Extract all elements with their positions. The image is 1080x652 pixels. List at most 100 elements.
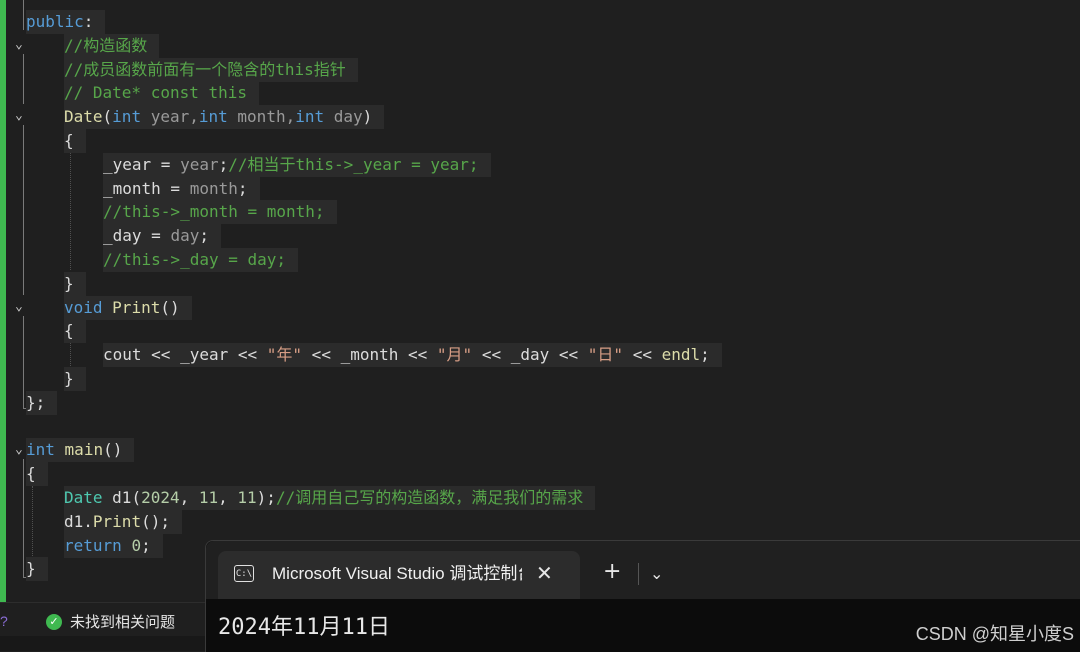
code-line[interactable]: public: xyxy=(26,10,106,34)
code-token: (); xyxy=(141,511,170,531)
code-token: << xyxy=(623,345,662,365)
code-line-content: //this->_day = day; xyxy=(103,248,299,272)
code-line-content: void Print() xyxy=(64,295,192,320)
code-line[interactable]: //构造函数 xyxy=(64,33,160,58)
code-line[interactable]: int main() xyxy=(26,438,135,463)
code-token: //构造函数 xyxy=(64,35,148,55)
code-token: () xyxy=(103,440,123,460)
code-line[interactable]: // Date* const this xyxy=(64,81,260,106)
fold-chevron-icon[interactable]: ⌄ xyxy=(15,300,23,314)
code-token: return xyxy=(64,535,122,555)
code-token: int xyxy=(112,107,142,127)
code-token: << xyxy=(398,345,437,365)
code-line[interactable]: d1.Print(); xyxy=(64,509,182,534)
code-token: month xyxy=(189,178,238,198)
code-line[interactable]: //this->_day = day; xyxy=(103,248,299,272)
code-line-content: { xyxy=(64,319,86,344)
code-token: } xyxy=(64,369,74,388)
terminal-tab-title: Microsoft Visual Studio 调试控制台 xyxy=(272,564,522,583)
code-token: // Date* const this xyxy=(64,83,248,103)
code-token: year xyxy=(180,154,219,174)
watermark: CSDN @知星小度S xyxy=(915,624,1074,644)
code-line[interactable]: //this->_month = month; xyxy=(103,200,337,225)
code-line[interactable]: return 0; xyxy=(64,533,163,558)
code-token: void xyxy=(64,297,103,317)
code-token: //成员函数前面有一个隐含的this指针 xyxy=(64,59,346,79)
fold-guide xyxy=(23,316,24,408)
code-line-content: } xyxy=(64,271,86,296)
fold-gutter: ⌄ ⌄ ⌄ ⌄ xyxy=(6,0,31,602)
code-token: int xyxy=(26,440,55,460)
indent-guide xyxy=(70,152,71,270)
code-token: }; xyxy=(26,392,46,412)
tab-separator xyxy=(638,563,639,585)
code-line[interactable]: { xyxy=(64,129,86,153)
issues-status-label: 未找到相关问题 xyxy=(70,614,176,631)
code-token: month, xyxy=(227,107,296,127)
code-line[interactable]: _year = year;//相当于this->_year = year; xyxy=(103,152,491,177)
question-icon[interactable]: ? xyxy=(0,613,8,629)
code-token: ; xyxy=(237,178,248,198)
code-line[interactable]: cout << _year << "年" << _month << "月" <<… xyxy=(103,343,722,368)
code-token: } xyxy=(26,559,36,579)
code-line[interactable]: Date(int year,int month,int day) xyxy=(64,105,385,130)
terminal-tab[interactable]: C:\ Microsoft Visual Studio 调试控制台 ✕ xyxy=(218,551,580,599)
code-line-content: Date d1(2024, 11, 11);//调用自己写的构造函数，满足我们的… xyxy=(64,486,596,510)
code-line-content: //成员函数前面有一个隐含的this指针 xyxy=(64,57,358,82)
code-line[interactable]: _month = month; xyxy=(103,176,260,201)
code-line[interactable]: _day = day; xyxy=(103,224,221,249)
code-line-content: //this->_month = month; xyxy=(103,200,337,225)
code-token: public xyxy=(26,12,84,31)
code-token: endl xyxy=(661,345,701,365)
code-token: day xyxy=(324,107,363,127)
code-line-content: _day = day; xyxy=(103,224,221,249)
code-line[interactable]: { xyxy=(26,462,48,487)
code-line[interactable]: Date d1(2024, 11, 11);//调用自己写的构造函数，满足我们的… xyxy=(64,486,596,510)
close-tab-button[interactable]: ✕ xyxy=(536,559,553,587)
code-token: . xyxy=(83,511,93,531)
code-line-content: cout << _year << "年" << _month << "月" <<… xyxy=(103,343,722,368)
chevron-down-icon[interactable]: ⌄ xyxy=(650,561,663,587)
code-line-content: } xyxy=(64,367,86,391)
code-token: _year xyxy=(103,154,152,174)
code-line[interactable]: void Print() xyxy=(64,295,192,320)
code-line-content: Date(int year,int month,int day) xyxy=(64,105,385,130)
code-line-content: _month = month; xyxy=(103,176,260,201)
code-line-content: }; xyxy=(26,390,58,415)
code-token: { xyxy=(26,464,36,484)
fold-guide xyxy=(23,459,24,577)
code-line[interactable]: }; xyxy=(26,390,58,415)
code-token: 0 xyxy=(131,535,142,555)
code-token: << xyxy=(472,345,511,365)
code-line-content: // Date* const this xyxy=(64,81,260,106)
code-token: = xyxy=(160,178,190,198)
code-line-content: _year = year;//相当于this->_year = year; xyxy=(103,152,491,177)
code-token: //调用自己写的构造函数，满足我们的需求 xyxy=(275,488,584,507)
code-line-content: { xyxy=(64,129,86,153)
code-token: cout xyxy=(103,345,142,365)
issues-status[interactable]: ✓ 未找到相关问题 xyxy=(46,611,175,632)
code-token: _year xyxy=(180,345,229,365)
code-line[interactable]: } xyxy=(64,271,86,296)
code-token: 2024 xyxy=(141,488,180,507)
code-token: << xyxy=(141,345,181,365)
indent-guide xyxy=(32,486,33,558)
code-token: , xyxy=(179,488,199,507)
code-token: d1 xyxy=(112,488,132,507)
code-token: ) xyxy=(362,107,373,127)
code-token: ( xyxy=(131,488,142,507)
new-tab-button[interactable]: + xyxy=(603,559,621,585)
check-circle-icon: ✓ xyxy=(46,613,62,630)
fold-chevron-icon[interactable]: ⌄ xyxy=(15,443,23,457)
code-token: year, xyxy=(141,107,199,127)
code-line[interactable]: //成员函数前面有一个隐含的this指针 xyxy=(64,57,358,82)
code-line[interactable]: } xyxy=(26,557,48,582)
code-line[interactable]: { xyxy=(64,319,86,344)
code-token: = xyxy=(141,226,171,246)
code-line[interactable]: } xyxy=(64,367,86,391)
console-output: 2024年11月11日 xyxy=(218,615,390,640)
fold-chevron-icon[interactable]: ⌄ xyxy=(15,38,23,52)
fold-chevron-icon[interactable]: ⌄ xyxy=(15,109,23,123)
